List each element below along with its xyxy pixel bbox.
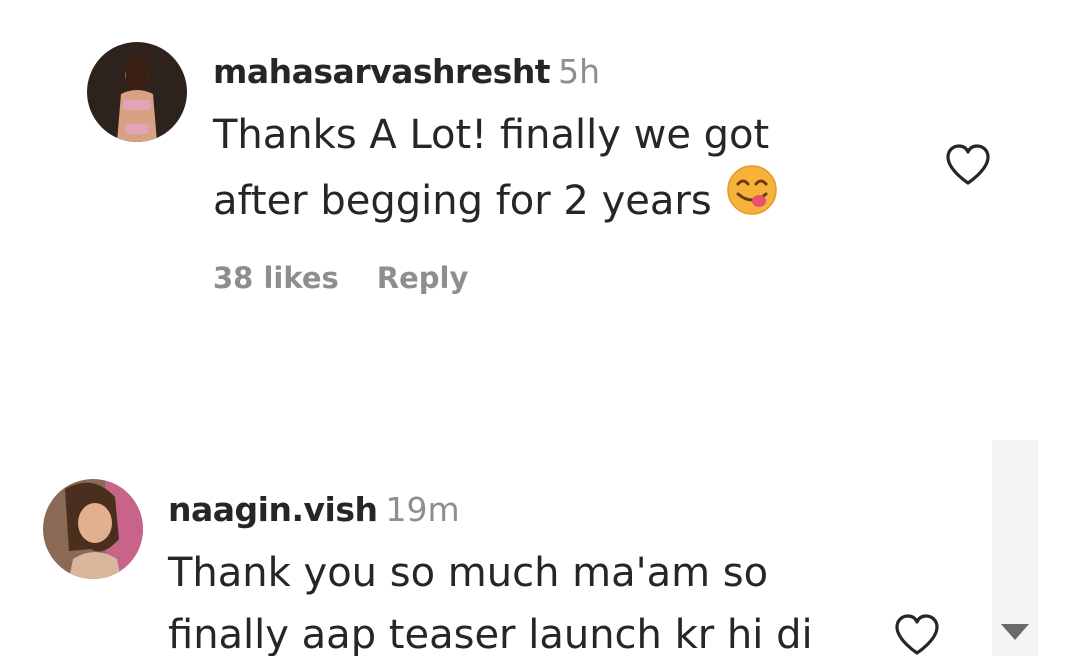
comment-text-line: Thanks A Lot! finally we got	[213, 112, 770, 158]
comment-header: mahasarvashresht 5h	[213, 52, 600, 92]
comment-text-line-content: after begging for 2 years	[213, 178, 712, 224]
username[interactable]: naagin.vish	[168, 490, 378, 529]
comment-text-line: after begging for 2 years	[213, 165, 778, 238]
likes-count[interactable]: 38 likes	[213, 261, 339, 295]
comment-header: naagin.vish 19m	[168, 490, 460, 530]
timestamp: 5h	[558, 52, 601, 91]
reply-button[interactable]: Reply	[377, 261, 469, 295]
avatar[interactable]	[87, 42, 187, 142]
comment-meta: 38 likes Reply	[213, 258, 468, 298]
scroll-down-arrow-icon[interactable]	[1001, 624, 1029, 640]
comment-text-line: finally aap teaser launch kr hi di	[168, 612, 813, 656]
avatar[interactable]	[43, 479, 143, 579]
savoring-food-face-emoji-icon	[726, 164, 778, 234]
heart-outline-icon[interactable]	[944, 143, 992, 191]
username[interactable]: mahasarvashresht	[213, 52, 551, 91]
comment-text-line: Thank you so much ma'am so	[168, 550, 769, 596]
heart-outline-icon[interactable]	[893, 613, 941, 656]
timestamp: 19m	[385, 490, 460, 529]
